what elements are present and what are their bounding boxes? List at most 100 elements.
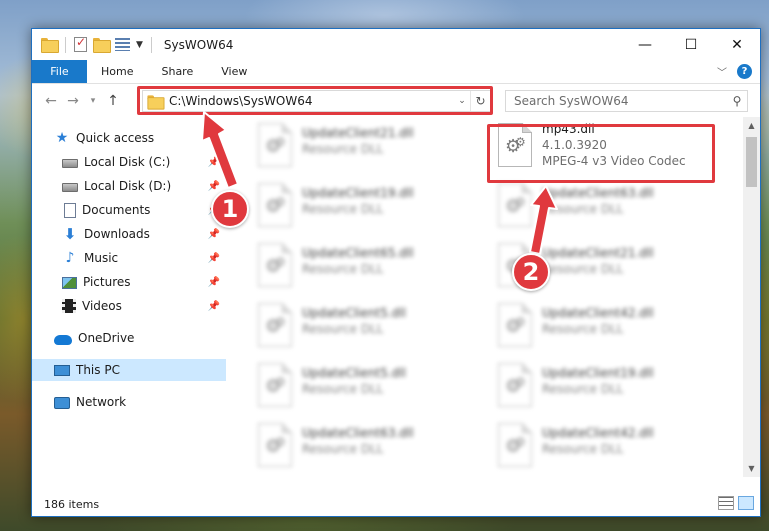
expand-ribbon-chevron-icon[interactable]: ﹀ (717, 64, 727, 79)
file-item[interactable]: ⚙ ⚙ UpdateClient63.dll Resource DLL (252, 419, 476, 475)
dll-file-icon: ⚙⚙ (258, 243, 292, 287)
navigation-bar: ← → ▾ ↑ C:\Windows\SysWOW64 ⌄ ↻ ⚲ (32, 85, 760, 117)
document-icon (64, 202, 76, 218)
file-name: UpdateClient19.dll (542, 366, 654, 380)
ribbon-right-controls: ﹀ ? (717, 60, 760, 83)
vertical-scrollbar[interactable]: ▲ ▼ (743, 117, 760, 477)
pin-icon[interactable]: 📌 (208, 157, 220, 168)
address-dropdown-icon[interactable]: ⌄ (454, 96, 470, 106)
recent-locations-chevron-icon[interactable]: ▾ (84, 96, 102, 106)
details-view-icon[interactable] (718, 496, 734, 510)
dll-file-icon: ⚙⚙ (498, 363, 532, 407)
scrollbar-thumb[interactable] (746, 137, 757, 187)
file-name: UpdateClient63.dll (542, 186, 654, 200)
help-icon[interactable]: ? (737, 64, 752, 79)
pin-icon[interactable]: 📌 (208, 229, 220, 240)
sidebar-item-local-disk-c[interactable]: Local Disk (C:) 📌 (32, 151, 226, 173)
sidebar-item-onedrive[interactable]: OneDrive (32, 327, 226, 349)
divider (65, 36, 66, 53)
dll-file-icon: ⚙⚙ (498, 303, 532, 347)
sidebar-item-label: Local Disk (D:) (84, 179, 172, 193)
sidebar-item-local-disk-d[interactable]: Local Disk (D:) 📌 (32, 175, 226, 197)
pin-icon[interactable]: 📌 (208, 181, 220, 192)
address-path[interactable]: C:\Windows\SysWOW64 (169, 94, 454, 108)
pin-icon[interactable]: 📌 (208, 253, 220, 264)
file-name: UpdateClient5.dll (302, 366, 406, 380)
sidebar-item-this-pc[interactable]: This PC (32, 359, 226, 381)
file-name: UpdateClient42.dll (542, 426, 654, 440)
up-arrow-icon[interactable]: ↑ (102, 93, 124, 109)
scroll-up-arrow-icon[interactable]: ▲ (743, 117, 760, 134)
sidebar-item-music[interactable]: ♪ Music 📌 (32, 247, 226, 269)
window-controls: — ☐ ✕ (622, 29, 760, 60)
file-item[interactable]: ⚙ ⚙ UpdateClient5.dll Resource DLL (252, 299, 476, 355)
sidebar-item-documents[interactable]: Documents 📌 (32, 199, 226, 221)
file-description: Resource DLL (542, 202, 624, 216)
properties-icon[interactable] (74, 35, 87, 52)
file-name: UpdateClient21.dll (302, 126, 414, 140)
file-item[interactable]: ⚙⚙ UpdateClient21.dll Resource DLL (252, 119, 476, 175)
dll-file-icon: ⚙⚙ (498, 123, 532, 167)
sidebar-item-network[interactable]: Network (32, 391, 226, 413)
sidebar-item-videos[interactable]: Videos 📌 (32, 295, 226, 317)
file-name: UpdateClient63.dll (302, 426, 414, 440)
pin-icon[interactable]: 📌 (208, 301, 220, 312)
file-description: Resource DLL (302, 142, 384, 156)
sidebar-item-label: Music (84, 251, 119, 265)
address-bar[interactable]: C:\Windows\SysWOW64 ⌄ ↻ (142, 90, 491, 112)
file-item[interactable]: ⚙ ⚙ UpdateClient42.dll Resource DLL (492, 419, 716, 475)
maximize-button[interactable]: ☐ (668, 29, 714, 60)
quick-access-toolbar: ▼ (32, 35, 143, 53)
file-name: UpdateClient5.dll (302, 306, 406, 320)
pin-icon[interactable]: 📌 (208, 277, 220, 288)
dll-file-icon: ⚙⚙ (258, 423, 292, 467)
network-icon (54, 396, 70, 409)
sidebar-item-label: Documents (82, 203, 151, 217)
videos-icon (62, 299, 76, 313)
folder-icon (147, 94, 165, 110)
file-description: Resource DLL (542, 322, 624, 336)
new-folder-icon[interactable] (93, 38, 111, 53)
tab-view[interactable]: View (207, 60, 261, 83)
sidebar-item-label: This PC (76, 363, 120, 377)
file-item[interactable]: ⚙ ⚙ UpdateClient63.dll Resource DLL (492, 179, 716, 235)
file-item[interactable]: ⚙ ⚙ UpdateClient5.dll Resource DLL (252, 359, 476, 415)
divider (150, 36, 152, 53)
dll-file-icon: ⚙⚙ (258, 183, 292, 227)
search-icon[interactable]: ⚲ (727, 94, 747, 108)
minimize-button[interactable]: — (622, 29, 668, 60)
step-2-badge: 2 (512, 253, 550, 291)
window-title: SysWOW64 (163, 37, 234, 52)
customize-toolbar-dropdown-icon[interactable]: ▼ (136, 40, 143, 50)
close-button[interactable]: ✕ (714, 29, 760, 60)
search-input[interactable] (514, 94, 727, 108)
item-count: 186 items (44, 497, 100, 511)
file-item[interactable]: ⚙ ⚙ UpdateClient42.dll Resource DLL (492, 299, 716, 355)
tab-file[interactable]: File (32, 60, 87, 83)
tiles-view-icon[interactable] (738, 496, 754, 510)
file-description: MPEG-4 v3 Video Codec (542, 154, 686, 168)
sidebar-item-pictures[interactable]: Pictures 📌 (32, 271, 226, 293)
file-list: ⚙ ⚙ UpdateClient21.dll Resource DLL ⚙ ⚙ mp4… (232, 117, 742, 477)
file-item[interactable]: ⚙ ⚙ UpdateClient19.dll Resource DLL (252, 179, 476, 235)
back-arrow-icon[interactable]: ← (40, 93, 62, 109)
file-item[interactable]: ⚙ ⚙ UpdateClient65.dll Resource DLL (252, 239, 476, 295)
download-icon: ⬇ (63, 225, 77, 243)
view-toggle-buttons (718, 496, 754, 510)
file-explorer-window: ▼ SysWOW64 — ☐ ✕ File Home Share View ﹀ … (31, 28, 761, 517)
navigation-pane: ★ Quick access Local Disk (C:) 📌 Local D… (32, 117, 226, 477)
view-options-icon[interactable] (115, 38, 130, 51)
file-description: Resource DLL (302, 202, 384, 216)
dll-file-icon: ⚙⚙ (498, 183, 532, 227)
refresh-icon[interactable]: ↻ (470, 91, 490, 111)
file-item-mp43-dll[interactable]: ⚙ ⚙ mp43.dll 4.1.0.3920 MPEG-4 v3 Video C… (492, 119, 716, 175)
sidebar-item-quick-access[interactable]: ★ Quick access (32, 127, 226, 149)
search-box[interactable]: ⚲ (505, 90, 748, 112)
tab-share[interactable]: Share (147, 60, 207, 83)
sidebar-item-downloads[interactable]: ⬇ Downloads 📌 (32, 223, 226, 245)
forward-arrow-icon[interactable]: → (62, 93, 84, 109)
file-item[interactable]: ⚙ ⚙ UpdateClient19.dll Resource DLL (492, 359, 716, 415)
title-bar: ▼ SysWOW64 — ☐ ✕ (32, 29, 760, 60)
tab-home[interactable]: Home (87, 60, 147, 83)
scroll-down-arrow-icon[interactable]: ▼ (743, 460, 760, 477)
